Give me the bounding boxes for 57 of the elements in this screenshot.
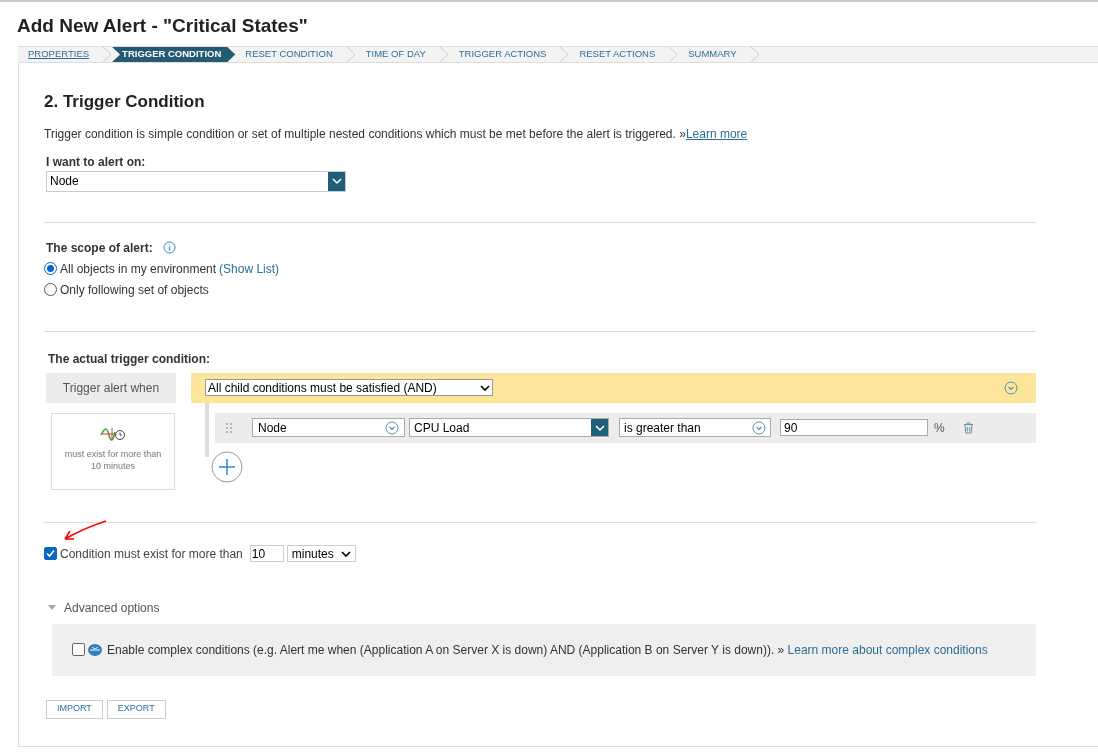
checkbox[interactable]	[44, 547, 57, 560]
radio-label: All objects in my environment	[60, 260, 217, 278]
complex-conditions-text: Enable complex conditions (e.g. Alert me when (Application A on Server X is down) AND (Application B on Server Y is down)). » Learn more about complex conditions	[107, 641, 988, 659]
show-list-link[interactable]: (Show List)	[219, 259, 280, 278]
radio-button[interactable]	[44, 262, 57, 275]
value-field[interactable]: 90	[780, 419, 928, 436]
wizard-step[interactable]: RESET CONDITION	[235, 47, 347, 62]
radio-button[interactable]	[44, 283, 57, 296]
duration-field[interactable]: 10	[249, 545, 284, 562]
field-label: I want to alert on:	[46, 153, 146, 171]
drag-handle-icon[interactable]	[225, 422, 233, 433]
caret-icon	[340, 549, 351, 558]
learn-more-link[interactable]: Learn more	[685, 126, 748, 141]
dropdown-icon	[385, 420, 399, 435]
radio-label: Only following set of objects	[60, 281, 209, 299]
complex-conditions-link[interactable]: Learn more about complex conditions	[787, 642, 988, 657]
step-separator-icon	[560, 47, 570, 62]
field-dropdown[interactable]: CPU Load	[409, 418, 609, 437]
step-separator-icon	[669, 47, 679, 62]
dropdown-icon	[591, 419, 608, 436]
trash-icon[interactable]	[962, 421, 974, 434]
checkbox[interactable]	[72, 643, 85, 656]
unit-label: %	[934, 419, 945, 437]
wizard-step[interactable]: PROPERTIES	[18, 47, 104, 62]
object-dropdown[interactable]: Node	[46, 170, 346, 192]
unit-dropdown[interactable]: minutes	[286, 545, 356, 562]
summary-text: must exist for more than 10 minutes	[63, 447, 163, 472]
expand-icon	[1004, 380, 1018, 395]
caret-icon	[480, 383, 490, 392]
wizard-step[interactable]: TIME OF DAY	[355, 47, 440, 62]
step-separator-icon	[439, 47, 449, 62]
wizard-step[interactable]: TRIGGER ACTIONS	[448, 47, 561, 62]
object-dropdown[interactable]: Node	[252, 418, 405, 437]
page-title: Add New Alert - "Critical States"	[17, 14, 308, 38]
wizard-step[interactable]: RESET ACTIONS	[569, 47, 670, 62]
step-separator-icon	[750, 47, 760, 62]
duration-label: Condition must exist for more than	[60, 545, 243, 563]
field-label: The actual trigger condition:	[48, 350, 210, 368]
group-dropdown[interactable]: All child conditions must be satisfied (AND)	[205, 379, 493, 396]
advanced-options-toggle[interactable]: Advanced options	[48, 598, 160, 617]
toolbar-button[interactable]: IMPORT	[46, 699, 103, 719]
toolbar-button[interactable]: EXPORT	[106, 699, 166, 719]
dropdown-icon	[328, 171, 345, 191]
step-separator-icon	[346, 47, 356, 62]
intro-text: Trigger condition is simple condition or set of multiple nested conditions which must be met before the alert is triggered. »Learn more	[44, 125, 749, 143]
section-title: 2. Trigger Condition	[44, 91, 205, 113]
info-icon	[162, 241, 176, 254]
triangle-icon	[48, 604, 56, 611]
dropdown-icon	[752, 420, 766, 435]
step-separator-icon	[103, 47, 113, 62]
add-condition-icon[interactable]	[211, 450, 243, 483]
wizard-step[interactable]: SUMMARY	[678, 47, 751, 62]
wizard-step[interactable]: TRIGGER CONDITION	[112, 47, 236, 62]
operator-dropdown[interactable]: is greater than	[619, 418, 771, 437]
trigger-when-label: Trigger alert when	[46, 372, 176, 403]
field-label: The scope of alert:	[46, 239, 153, 257]
condition-wave-icon	[100, 425, 126, 442]
